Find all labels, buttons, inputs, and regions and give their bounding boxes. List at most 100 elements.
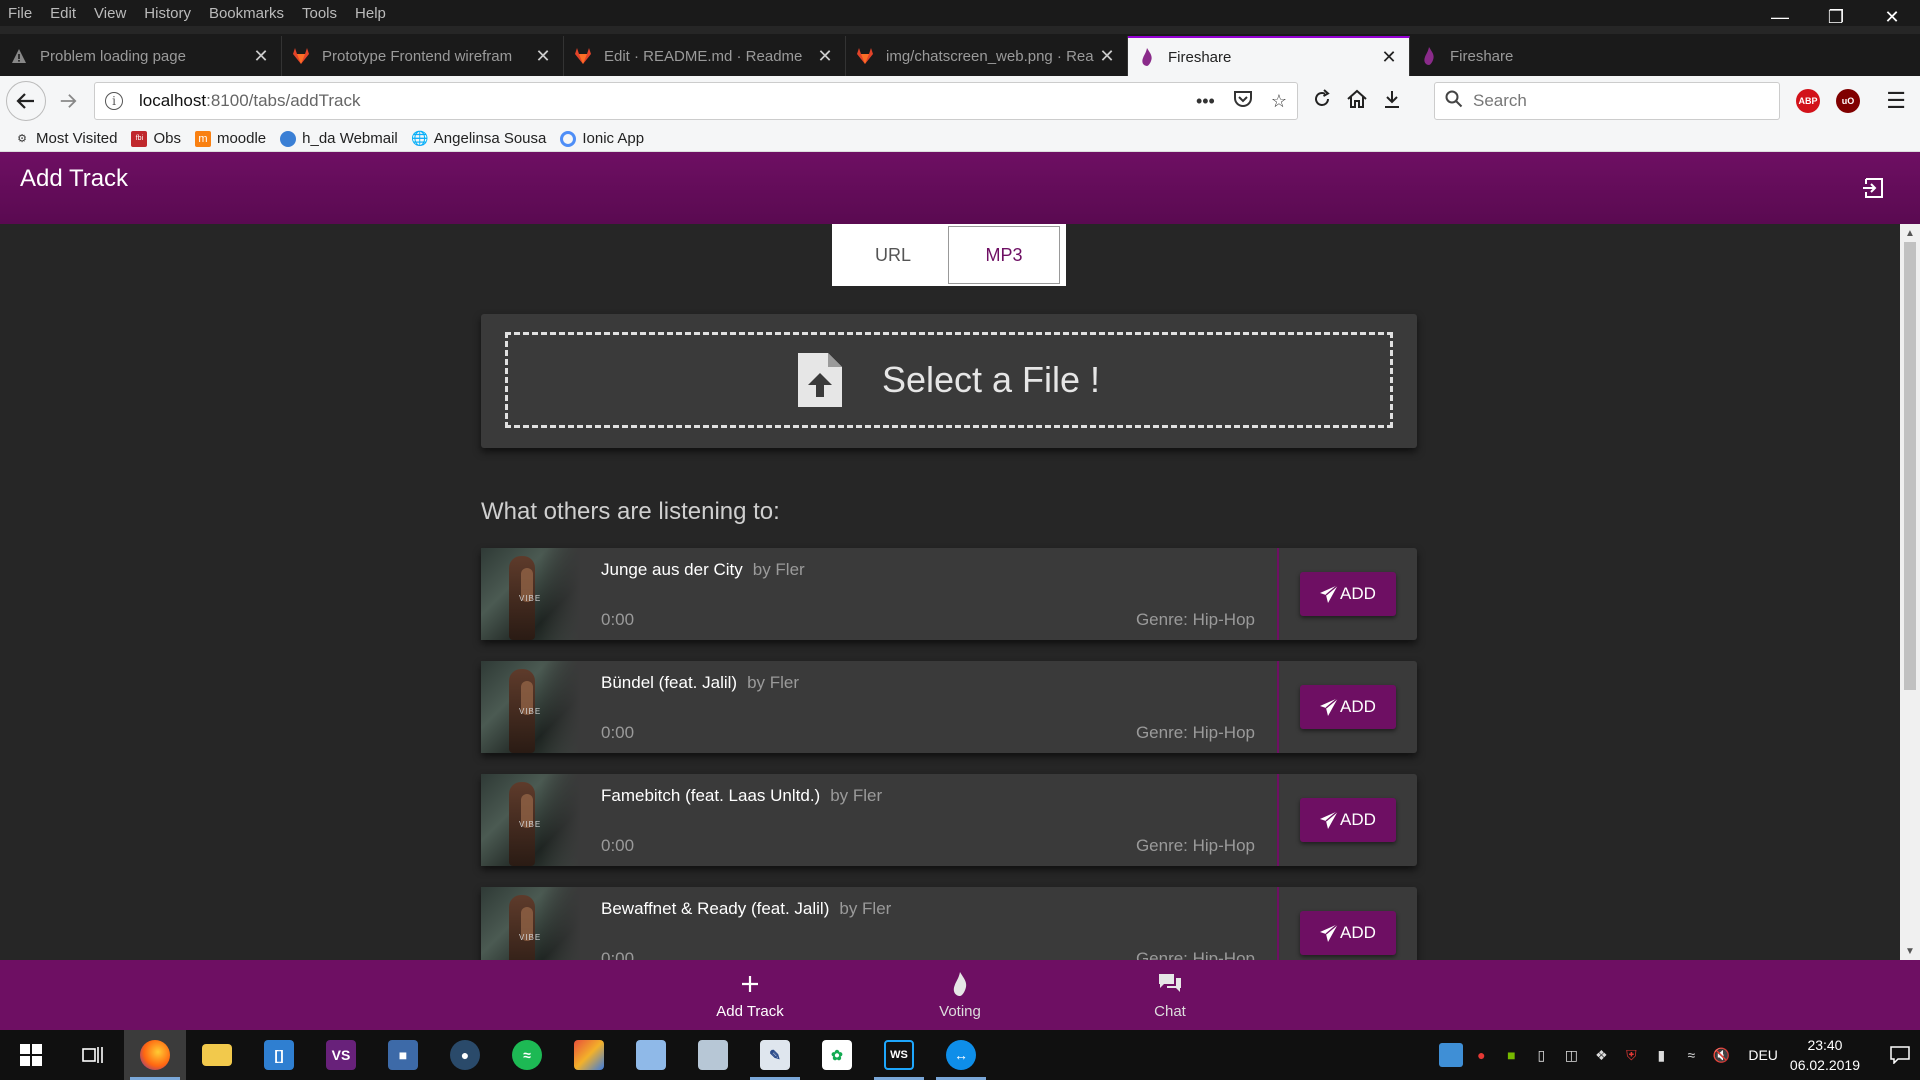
tab-chat[interactable]: Chat: [1065, 960, 1275, 1030]
close-tab-icon[interactable]: ✕: [533, 46, 553, 67]
app-content: URL MP3 Select a File ! What others are …: [0, 224, 1920, 960]
browser-tab[interactable]: Fireshare: [1410, 36, 1570, 76]
add-track-button[interactable]: ADD: [1300, 798, 1396, 842]
send-icon: [1320, 924, 1339, 942]
track-card: VIBE Junge aus der City by Fler 0:00 Genr…: [481, 548, 1417, 640]
language-indicator[interactable]: DEU: [1748, 1047, 1778, 1063]
bookmark-most-visited[interactable]: ⚙ Most Visited: [14, 130, 117, 147]
segment-mp3[interactable]: MP3: [948, 226, 1060, 284]
browser-tab-active[interactable]: Fireshare ✕: [1128, 36, 1410, 76]
add-track-button[interactable]: ADD: [1300, 572, 1396, 616]
back-button[interactable]: [6, 81, 46, 121]
scroll-down-icon[interactable]: ▼: [1900, 942, 1920, 960]
taskbar-teamviewer[interactable]: ↔: [930, 1030, 992, 1080]
menu-help[interactable]: Help: [355, 5, 386, 22]
add-track-button[interactable]: ADD: [1300, 685, 1396, 729]
wifi-icon[interactable]: ≈: [1679, 1043, 1703, 1067]
menu-history[interactable]: History: [144, 5, 191, 22]
taskbar-app[interactable]: [558, 1030, 620, 1080]
taskbar-explorer[interactable]: [186, 1030, 248, 1080]
hamburger-menu-icon[interactable]: ☰: [1886, 88, 1906, 114]
browser-tab-label: Fireshare: [1168, 48, 1232, 66]
tab-add-track[interactable]: Add Track: [645, 960, 855, 1030]
antivirus-icon[interactable]: ●: [1469, 1043, 1493, 1067]
url-bar[interactable]: i localhost :8100/tabs/addTrack ••• ☆: [94, 82, 1298, 120]
track-duration: 0:00: [601, 610, 635, 629]
forward-button[interactable]: [50, 83, 86, 119]
bookmark-label: Angelinsa Sousa: [433, 130, 547, 147]
pocket-icon[interactable]: [1233, 90, 1253, 113]
battery-device-icon[interactable]: ◫: [1559, 1043, 1583, 1067]
search-input[interactable]: Search: [1434, 82, 1780, 120]
dropbox-icon[interactable]: ❖: [1589, 1043, 1613, 1067]
scrollbar-thumb[interactable]: [1904, 242, 1916, 690]
gitlab-icon: [574, 47, 592, 65]
reload-icon[interactable]: [1312, 88, 1332, 114]
ublock-icon[interactable]: uO: [1836, 89, 1860, 113]
track-title-line: Bündel (feat. Jalil) by Fler: [601, 673, 799, 693]
browser-tab[interactable]: img/chatscreen_web.png · Rea ✕: [846, 36, 1128, 76]
tab-voting[interactable]: Voting: [855, 960, 1065, 1030]
taskbar-app[interactable]: [682, 1030, 744, 1080]
gitlab-icon: [292, 47, 310, 65]
notifications-icon[interactable]: [1880, 1030, 1920, 1080]
bookmark-angelinsa[interactable]: 🌐 Angelinsa Sousa: [411, 130, 547, 147]
taskbar-app[interactable]: ✎: [744, 1030, 806, 1080]
home-icon[interactable]: [1346, 89, 1368, 114]
taskbar-app[interactable]: ●: [434, 1030, 496, 1080]
taskbar-visual-studio[interactable]: VS: [310, 1030, 372, 1080]
menu-file[interactable]: File: [8, 5, 32, 22]
close-window-icon[interactable]: ✕: [1864, 0, 1920, 34]
bookmark-ionic[interactable]: Ionic App: [560, 130, 644, 147]
close-tab-icon[interactable]: ✕: [815, 46, 835, 67]
volume-muted-icon[interactable]: 🔇: [1709, 1043, 1733, 1067]
usb-icon[interactable]: ▯: [1529, 1043, 1553, 1067]
bookmark-obs[interactable]: fbi Obs: [131, 130, 181, 147]
menu-view[interactable]: View: [94, 5, 126, 22]
page-scrollbar[interactable]: ▲ ▼: [1900, 224, 1920, 960]
browser-tab[interactable]: Prototype Frontend wirefram ✕: [282, 36, 564, 76]
box-icon: [636, 1040, 666, 1070]
bookmark-label: Obs: [153, 130, 181, 147]
browser-tab[interactable]: Edit · README.md · Readme ✕: [564, 36, 846, 76]
document-icon: ✎: [760, 1040, 790, 1070]
restore-icon[interactable]: ❐: [1808, 0, 1864, 34]
adblock-icon[interactable]: ABP: [1796, 89, 1820, 113]
close-tab-icon[interactable]: ✕: [251, 46, 271, 67]
close-tab-icon[interactable]: ✕: [1379, 47, 1399, 68]
task-view-button[interactable]: [62, 1030, 124, 1080]
nvidia-icon[interactable]: ■: [1499, 1043, 1523, 1067]
scroll-up-icon[interactable]: ▲: [1900, 224, 1920, 242]
taskbar-app[interactable]: []: [248, 1030, 310, 1080]
taskbar-mongodb[interactable]: ✿: [806, 1030, 868, 1080]
start-button[interactable]: [0, 1030, 62, 1080]
track-artist: by Fler: [752, 560, 805, 579]
logout-icon[interactable]: [1862, 176, 1886, 200]
minimize-icon[interactable]: —: [1752, 0, 1808, 34]
segment-url[interactable]: URL: [838, 226, 948, 284]
bookmark-webmail[interactable]: h_da Webmail: [280, 130, 398, 147]
bookmark-moodle[interactable]: m moodle: [194, 130, 266, 147]
menu-tools[interactable]: Tools: [302, 5, 337, 22]
taskbar-spotify[interactable]: ≈: [496, 1030, 558, 1080]
file-dropzone[interactable]: Select a File !: [505, 332, 1393, 428]
star-icon[interactable]: ☆: [1271, 91, 1287, 112]
add-track-button[interactable]: ADD: [1300, 911, 1396, 955]
menu-bookmarks[interactable]: Bookmarks: [209, 5, 284, 22]
taskbar-webstorm[interactable]: WS: [868, 1030, 930, 1080]
taskbar-app[interactable]: [620, 1030, 682, 1080]
tray-app-icon[interactable]: [1439, 1043, 1464, 1067]
menu-edit[interactable]: Edit: [50, 5, 76, 22]
clock[interactable]: 23:40 06.02.2019: [1790, 1035, 1860, 1075]
taskbar-virtualbox[interactable]: ■: [372, 1030, 434, 1080]
browser-tab[interactable]: Problem loading page ✕: [0, 36, 282, 76]
info-icon[interactable]: i: [105, 92, 123, 110]
close-tab-icon[interactable]: ✕: [1097, 46, 1117, 67]
download-icon[interactable]: [1382, 89, 1402, 114]
add-button-label: ADD: [1340, 697, 1376, 716]
shield-icon[interactable]: ⛨: [1619, 1043, 1643, 1067]
more-actions-icon[interactable]: •••: [1196, 91, 1215, 112]
battery-icon[interactable]: ▮: [1649, 1043, 1673, 1067]
track-title: Bewaffnet & Ready (feat. Jalil): [601, 899, 830, 918]
taskbar-firefox[interactable]: [124, 1030, 186, 1080]
